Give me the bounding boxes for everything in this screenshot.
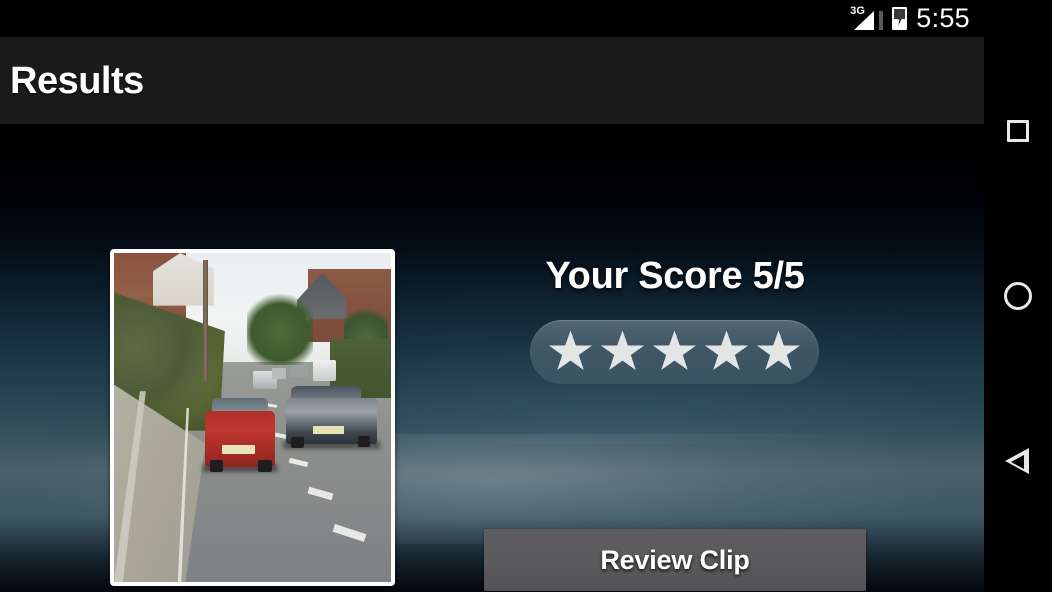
status-bar: 3G 5:55 — [0, 0, 984, 37]
action-bar: Results — [0, 37, 984, 124]
photo-car-silver-plate — [313, 425, 344, 434]
star-icon — [600, 330, 645, 371]
circle-icon — [1004, 282, 1032, 310]
photo-distant-car-b — [291, 364, 308, 377]
star-rating[interactable] — [530, 320, 819, 384]
phone-screen: 3G 5:55 Results Your Score 5/5 Review Cl… — [0, 0, 1052, 592]
system-navigation-bar — [984, 0, 1052, 592]
square-icon — [1007, 120, 1029, 142]
photo-utility-pole — [202, 259, 208, 382]
photo-car-silver-wheel — [291, 437, 304, 449]
photo-car-red-wheel — [209, 460, 224, 473]
star-icon — [652, 330, 697, 371]
signal-bars — [854, 10, 875, 30]
star-icon — [704, 330, 749, 371]
battery-charging-icon — [892, 7, 908, 30]
signal-bar-dim — [879, 10, 884, 30]
photo-distant-car-a — [271, 368, 286, 380]
star-icon — [548, 330, 593, 371]
clip-thumbnail-image — [114, 253, 391, 582]
photo-car-silver-wheel — [357, 435, 371, 447]
recent-apps-button[interactable] — [984, 97, 1052, 165]
back-button[interactable] — [984, 427, 1052, 495]
triangle-left-icon — [1005, 448, 1031, 474]
status-bar-right-cluster: 3G 5:55 — [849, 0, 970, 37]
app-content-area: 3G 5:55 Results Your Score 5/5 Review Cl… — [0, 0, 984, 592]
photo-car-red-wheel — [258, 460, 272, 473]
photo-tree-center — [246, 292, 314, 365]
clip-thumbnail[interactable] — [110, 249, 395, 586]
score-heading: Your Score 5/5 — [545, 255, 805, 297]
home-button[interactable] — [984, 262, 1052, 330]
page-title: Results — [10, 60, 144, 102]
photo-distant-van — [313, 359, 336, 382]
status-bar-clock: 5:55 — [916, 3, 970, 33]
photo-car-red — [205, 410, 275, 467]
results-content: Your Score 5/5 Review Clip — [0, 124, 984, 592]
signal-strength-icon: 3G — [849, 5, 884, 32]
photo-car-red-plate — [222, 445, 256, 454]
review-clip-button[interactable]: Review Clip — [484, 529, 866, 591]
star-icon — [756, 330, 801, 371]
